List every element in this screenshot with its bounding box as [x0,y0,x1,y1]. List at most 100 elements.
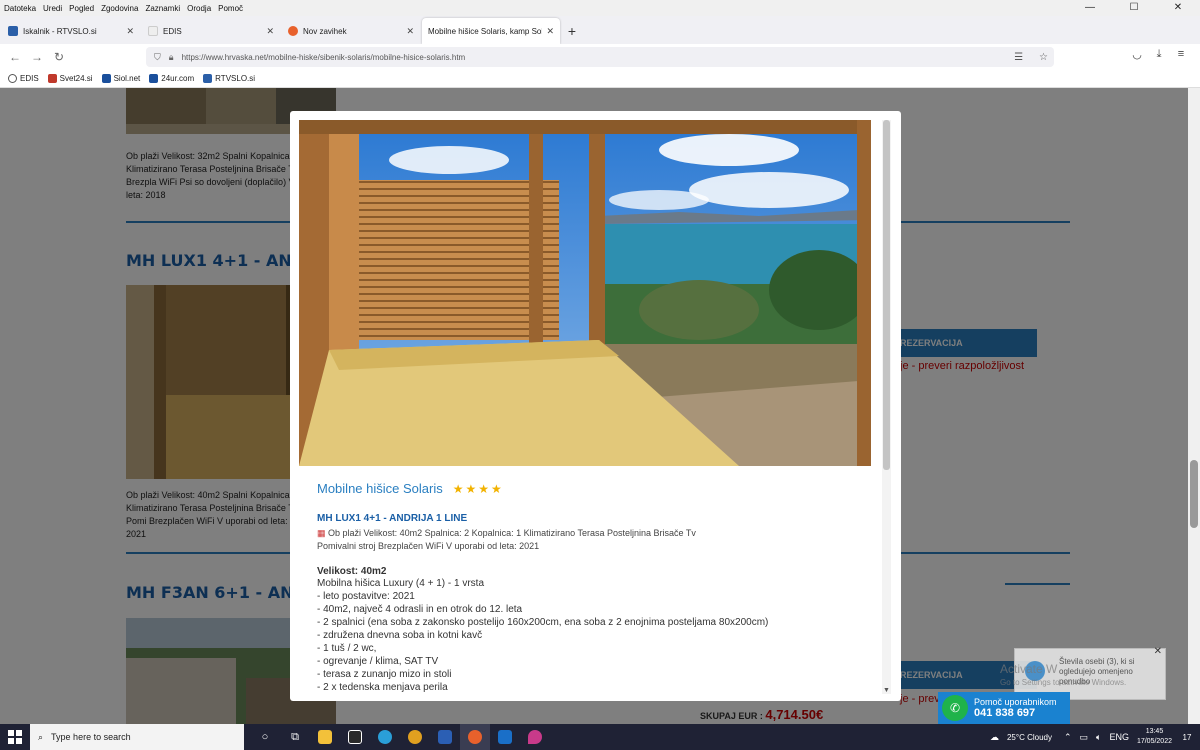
unit-description: Mobilna hišica Luxury (4 + 1) - 1 vrsta … [317,577,857,694]
taskbar-search[interactable]: ⌕ Type here to search [30,724,244,750]
clock[interactable]: 13:45 17/05/2022 [1137,727,1172,747]
menu-item-view[interactable]: Pogled [69,4,94,13]
task-view-icon[interactable]: ⧉ [280,724,310,750]
globe-icon [8,74,17,83]
desc-line: - 40m2, največ 4 odrasli in en otrok do … [317,604,523,615]
close-tab-icon[interactable]: ✕ [546,26,554,37]
tab-edis[interactable]: EDIS ✕ [142,18,280,44]
modal-scrollbar-thumb[interactable] [883,120,890,470]
close-window-button[interactable]: ✕ [1156,0,1200,16]
activate-line-2: Go to Settings to activate Windows. [1000,678,1127,687]
bookmark-edis[interactable]: EDIS [8,74,39,83]
toolbar-right: ◡ ⤓ ≡ [1126,48,1192,61]
network-icon[interactable]: ▭ [1080,732,1089,743]
close-tab-icon[interactable]: ✕ [126,26,134,37]
volume-icon[interactable]: 🔈︎ [1096,732,1101,743]
activate-line-1: Activate W [1000,662,1058,676]
search-placeholder: Type here to search [51,732,131,742]
whatsapp-icon: ✆ [942,695,968,721]
menu-item-file[interactable]: Datoteka [4,4,36,13]
tab-solaris[interactable]: Mobilne hišice Solaris, kamp Solaris ✕ [422,18,560,44]
menu-item-history[interactable]: Zgodovina [101,4,138,13]
page-scrollbar[interactable] [1188,88,1200,724]
word-icon[interactable] [430,724,460,750]
edis-favicon-icon [148,26,158,36]
forward-arrow-icon[interactable]: → [26,50,48,64]
chevron-up-icon[interactable]: ⌃ [1064,732,1072,743]
cortana-icon[interactable]: ○ [250,724,280,750]
tab-label: Mobilne hišice Solaris, kamp Solaris [428,26,543,36]
tab-strip: Iskalnik - RTVSLO.si ✕ EDIS ✕ Nov zavihe… [0,16,1200,44]
bookmark-label: Siol.net [113,74,141,83]
bookmark-24ur[interactable]: 24ur.com [149,74,194,83]
help-widget[interactable]: ✆ Pomoč uporabnikom 041 838 697 [938,692,1070,724]
modal-info: Mobilne hišice Solaris ★★★★ MH LUX1 4+1 … [317,481,857,694]
windows-start-icon[interactable] [0,724,30,750]
bookmark-rtvslo[interactable]: RTVSLO.si [203,74,255,83]
scrollbar-thumb[interactable] [1190,460,1198,528]
terrace-photo[interactable] [299,120,871,466]
rtvslo-favicon-icon [8,26,18,36]
size-heading: Velikost: 40m2 [317,566,387,577]
modal-title: Mobilne hišice Solaris ★★★★ [317,481,857,496]
bookmark-star-icon[interactable]: ☆ [1039,52,1048,63]
menu-item-tools[interactable]: Orodja [187,4,211,13]
clock-date: 17/05/2022 [1136,738,1172,745]
tab-new[interactable]: Nov zavihek ✕ [282,18,420,44]
menu-item-help[interactable]: Pomoč [218,4,243,13]
web-page: Ob plaži Velikost: 32m2 Spalni Kopalnica… [0,88,1200,724]
outlook-icon[interactable] [490,724,520,750]
scroll-down-arrow-icon[interactable]: ▼ [882,687,891,694]
back-arrow-icon[interactable]: ← [4,50,26,64]
lock-icon[interactable]: 🔒︎ [169,52,174,63]
reader-view-icon[interactable]: ☰ [1014,52,1023,63]
desc-line: - 1 tuš / 2 wc, [317,643,377,654]
bookmark-label: RTVSLO.si [215,74,256,83]
close-tab-icon[interactable]: ✕ [406,26,414,37]
bookmark-siol[interactable]: Siol.net [101,74,141,83]
search-icon: ⌕ [38,731,44,742]
downloads-icon[interactable]: ⤓ [1148,48,1170,61]
svet24-icon [47,74,57,83]
desc-line: - 2 spalnici (ena soba z zakonsko postel… [317,617,769,628]
system-tray: ☁ 25°C Cloudy ⌃ ▭ 🔈︎ ENG 13:45 17/05/202… [990,724,1200,750]
close-tab-icon[interactable]: ✕ [266,26,274,37]
close-notification-icon[interactable]: ✕ [1154,646,1162,657]
activate-windows-watermark: Activate W Go to Settings to activate Wi… [1000,662,1126,690]
tab-rtvslo[interactable]: Iskalnik - RTVSLO.si ✕ [2,18,140,44]
url-text[interactable]: https://www.hrvaska.net/mobilne-hiske/si… [182,53,1005,62]
edge-icon[interactable] [370,724,400,750]
desc-line: - 2 x tedenska menjava perila [317,682,448,693]
taskbar: ⌕ Type here to search ○ ⧉ ☁ 25°C Cloudy … [0,724,1200,750]
minimize-button[interactable]: — [1068,0,1112,16]
bookmark-svet24[interactable]: Svet24.si [47,74,93,83]
modal-scrollbar[interactable]: ▼ [882,120,891,694]
siol-icon [101,74,111,83]
hamburger-menu-icon[interactable]: ≡ [1170,48,1192,61]
app-drop-icon[interactable] [520,724,550,750]
menu-item-bookmarks[interactable]: Zaznamki [145,4,180,13]
file-explorer-icon[interactable] [310,724,340,750]
cloud-icon: ☁ [989,731,999,742]
nav-bar: ← → ↻ ⛉ 🔒︎ https://www.hrvaska.net/mobil… [0,44,1200,70]
firefox-icon[interactable] [460,724,490,750]
rtvslo-icon [203,74,213,83]
chrome-icon[interactable] [400,724,430,750]
language-indicator[interactable]: ENG [1109,732,1129,742]
store-icon[interactable] [340,724,370,750]
notification-center-icon[interactable]: 17 [1178,733,1196,742]
url-bar[interactable]: ⛉ 🔒︎ https://www.hrvaska.net/mobilne-his… [146,47,1054,67]
new-tab-button[interactable]: + [562,18,582,44]
maximize-button[interactable]: ☐ [1112,0,1156,16]
24ur-icon [149,74,159,83]
help-phone: 041 838 697 [974,707,1036,719]
menu-bar: Datoteka Uredi Pogled Zgodovina Zaznamki… [0,0,1200,16]
pocket-icon[interactable]: ◡ [1126,48,1148,61]
reload-icon[interactable]: ↻ [48,50,70,64]
desc-line: - združena dnevna soba in kotni kavč [317,630,483,641]
weather-text[interactable]: 25°C Cloudy [1007,733,1052,742]
shield-icon[interactable]: ⛉ [154,52,161,63]
tab-label: Nov zavihek [303,26,347,36]
bookmark-label: EDIS [20,74,39,83]
menu-item-edit[interactable]: Uredi [43,4,62,13]
